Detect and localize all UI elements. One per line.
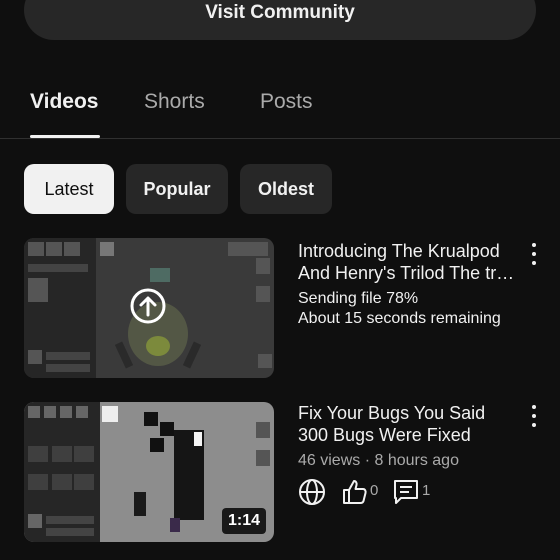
tab-posts[interactable]: Posts [260, 90, 313, 114]
upload-status: Sending file 78% [298, 290, 419, 307]
video-thumbnail[interactable] [24, 238, 274, 378]
globe-icon [299, 479, 325, 505]
filter-oldest-chip[interactable]: Oldest [240, 164, 332, 214]
video-title[interactable]: Introducing The Krualpod And Henry's Tri… [298, 240, 518, 284]
more-options-icon[interactable] [528, 405, 540, 427]
like-count: 0 [370, 482, 379, 499]
visit-community-button[interactable]: Visit Community [24, 0, 536, 40]
like-icon[interactable] [340, 478, 368, 506]
filter-latest-chip[interactable]: Latest [24, 164, 114, 214]
tab-videos[interactable]: Videos [30, 90, 98, 114]
more-options-icon[interactable] [528, 243, 540, 265]
upload-time-remaining: About 15 seconds remaining [298, 310, 501, 327]
tab-shorts[interactable]: Shorts [144, 90, 205, 114]
upload-arrow-icon [130, 288, 166, 324]
channel-tabs: Videos Shorts Posts [0, 70, 560, 139]
comment-icon[interactable] [392, 478, 420, 506]
active-tab-indicator [30, 135, 100, 138]
video-duration: 1:14 [221, 508, 266, 534]
comment-count: 1 [422, 482, 431, 499]
video-title[interactable]: Fix Your Bugs You Said 300 Bugs Were Fix… [298, 402, 518, 446]
video-thumbnail[interactable]: 1:14 [24, 402, 274, 542]
filter-popular-chip[interactable]: Popular [126, 164, 228, 214]
visit-community-label: Visit Community [205, 2, 355, 23]
video-metadata: 46 views · 8 hours ago [298, 452, 459, 469]
